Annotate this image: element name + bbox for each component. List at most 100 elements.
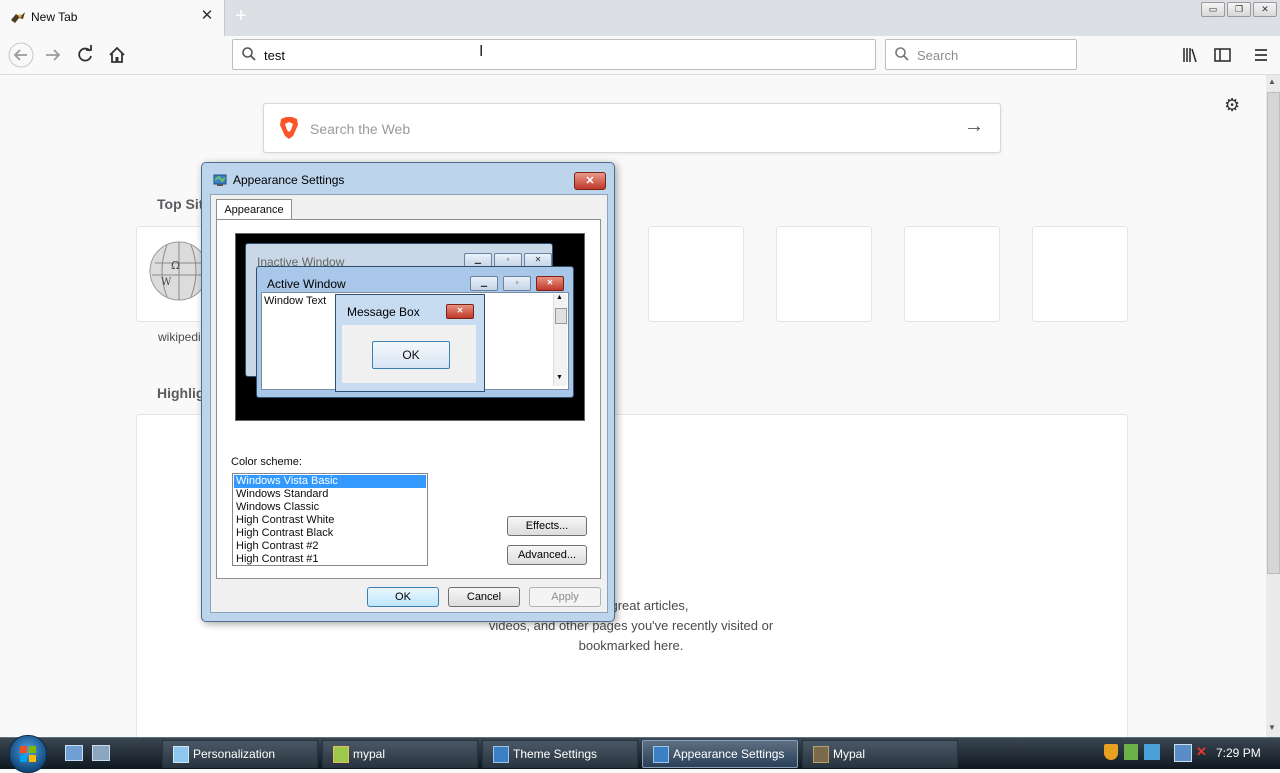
url-input-value[interactable]: test [264, 48, 285, 63]
menu-icon [1255, 49, 1267, 61]
sidebar-button[interactable] [1209, 42, 1235, 68]
taskbar-item-mypal-folder[interactable]: mypal [322, 740, 478, 768]
preview-message-box: Message Box ✕ OK [335, 294, 485, 392]
tab-close-icon[interactable]: ✕ [200, 8, 214, 23]
preview-scroll-thumb [555, 308, 567, 324]
scrollbar-thumb[interactable] [1267, 92, 1280, 574]
top-site-label: wikipedi [158, 330, 201, 344]
top-site-tile-empty[interactable] [776, 226, 872, 322]
tab-new-tab[interactable]: New Tab ✕ [0, 0, 225, 36]
color-scheme-item[interactable]: High Contrast #1 [234, 553, 426, 565]
tab-strip: New Tab ✕ + ▭ ❐ ✕ [0, 0, 1280, 37]
ok-button[interactable]: OK [367, 587, 439, 607]
cancel-button[interactable]: Cancel [448, 587, 520, 607]
personalization-icon [173, 746, 189, 763]
color-scheme-item[interactable]: Windows Standard [234, 488, 426, 501]
back-arrow-icon [8, 42, 34, 68]
search-placeholder: Search [917, 48, 959, 63]
restore-button[interactable]: ❐ [1227, 2, 1251, 17]
security-shield-tray-icon[interactable] [1104, 744, 1118, 760]
clock[interactable]: 7:29 PM [1216, 746, 1261, 760]
menu-button[interactable] [1248, 42, 1274, 68]
scroll-up-icon[interactable]: ▲ [1268, 77, 1276, 86]
taskbar-item-label: mypal [353, 747, 386, 761]
network-icon[interactable] [1174, 744, 1192, 762]
search-bar[interactable]: Search [885, 39, 1077, 70]
tab-title: New Tab [31, 10, 78, 24]
svg-text:W: W [161, 277, 172, 288]
taskbar: Personalization mypal Theme Settings App… [0, 735, 1280, 773]
preview-close-icon: ✕ [446, 304, 474, 319]
taskbar-item-mypal-browser[interactable]: Mypal [802, 740, 958, 768]
tray-app-icon[interactable] [1144, 744, 1160, 760]
taskbar-item-personalization[interactable]: Personalization [162, 740, 318, 768]
taskbar-item-appearance-settings[interactable]: Appearance Settings [642, 740, 798, 768]
forward-arrow-icon [46, 49, 61, 61]
preview-scroll-down-icon: ▼ [556, 374, 563, 381]
taskbar-item-label: Appearance Settings [673, 747, 785, 761]
volume-muted-icon[interactable]: ✕ [1196, 744, 1210, 760]
home-button[interactable] [104, 42, 130, 68]
color-scheme-item[interactable]: High Contrast Black [234, 527, 426, 540]
web-search-box[interactable]: Search the Web → [263, 103, 1001, 153]
page-scrollbar[interactable]: ▲ ▼ [1266, 75, 1280, 737]
color-scheme-list[interactable]: Windows Vista Basic Windows Standard Win… [232, 473, 428, 566]
preview-scrollbar: ▲ ▼ [553, 294, 567, 386]
back-button[interactable] [8, 42, 34, 68]
preview-scroll-up-icon: ▲ [556, 294, 563, 301]
top-site-tile-empty[interactable] [648, 226, 744, 322]
search-icon [242, 47, 256, 61]
library-icon [1183, 48, 1197, 63]
search-icon [895, 47, 909, 61]
preview-minimize-icon: ▁ [470, 276, 498, 291]
library-button[interactable] [1177, 42, 1203, 68]
top-site-tile-empty[interactable] [904, 226, 1000, 322]
window-text-label: Window Text [264, 295, 327, 307]
highlights-text-line-3: bookmarked here. [578, 638, 684, 653]
navigation-bar: test I Search [0, 36, 1280, 75]
tray-app-icon[interactable] [1124, 744, 1138, 760]
home-icon [109, 46, 125, 63]
dialog-title: Appearance Settings [233, 173, 345, 187]
color-scheme-item[interactable]: High Contrast White [234, 514, 426, 527]
tab-appearance[interactable]: Appearance [216, 199, 292, 220]
settings-gear-icon[interactable]: ⚙ [1224, 95, 1240, 116]
scroll-down-icon[interactable]: ▼ [1268, 723, 1276, 732]
appearance-settings-icon [653, 746, 669, 763]
show-desktop-icon[interactable] [65, 745, 83, 761]
start-button[interactable] [9, 735, 47, 773]
message-box-title: Message Box [347, 305, 420, 319]
close-window-button[interactable]: ✕ [1253, 2, 1277, 17]
url-bar[interactable]: test I [232, 39, 876, 70]
search-go-arrow-icon[interactable]: → [964, 115, 984, 138]
switch-windows-icon[interactable] [92, 745, 110, 761]
svg-text:Ω: Ω [171, 259, 180, 272]
color-scheme-item[interactable]: Windows Classic [234, 501, 426, 514]
forward-button[interactable] [40, 42, 66, 68]
apply-button[interactable]: Apply [529, 587, 601, 607]
dialog-close-button[interactable]: ✕ [574, 172, 606, 190]
windows-logo-icon [20, 746, 36, 762]
color-scheme-item[interactable]: High Contrast #2 [234, 540, 426, 553]
folder-icon [333, 746, 349, 763]
new-tab-button[interactable]: + [230, 5, 252, 27]
reload-icon [78, 45, 92, 62]
taskbar-item-theme-settings[interactable]: Theme Settings [482, 740, 638, 768]
appearance-settings-dialog: Appearance Settings ✕ Appearance Inactiv… [201, 162, 615, 622]
advanced-button[interactable]: Advanced... [507, 545, 587, 565]
appearance-panel: Inactive Window ▁ ▫ ✕ Active Window ▁ ▫ … [216, 219, 601, 579]
top-site-tile-empty[interactable] [1032, 226, 1128, 322]
theme-settings-icon [493, 746, 509, 763]
effects-button[interactable]: Effects... [507, 516, 587, 536]
preview-close-icon: ✕ [536, 276, 564, 291]
taskbar-item-label: Personalization [193, 747, 276, 761]
color-scheme-item[interactable]: Windows Vista Basic [234, 475, 426, 488]
new-tab-page: ⚙ Search the Web → Top Sit Ω W wikipedi … [0, 75, 1266, 746]
brave-shield-icon [280, 117, 298, 139]
sidebar-icon [1214, 48, 1231, 62]
minimize-button[interactable]: ▭ [1201, 2, 1225, 17]
reload-button[interactable] [72, 42, 98, 68]
active-window-title: Active Window [267, 277, 346, 291]
mypal-icon [813, 746, 829, 763]
appearance-preview: Inactive Window ▁ ▫ ✕ Active Window ▁ ▫ … [235, 233, 585, 421]
